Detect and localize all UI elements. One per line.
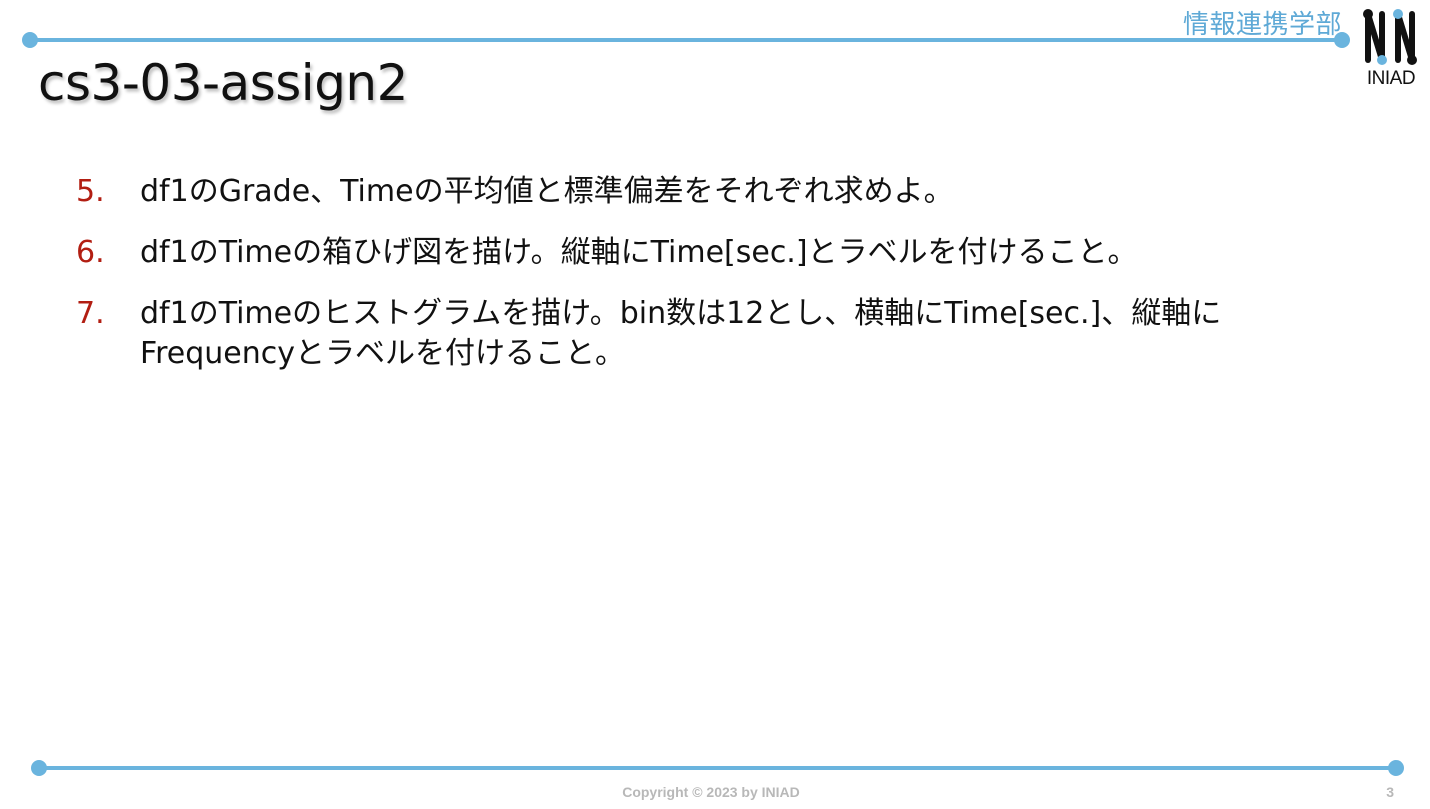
slide-title: cs3-03-assign2 (38, 54, 408, 112)
list-item-text: df1のTimeの箱ひげ図を描け。縦軸にTime[sec.]とラベルを付けること… (140, 235, 1138, 270)
bottom-divider (38, 766, 1396, 770)
list-item: 5. df1のGrade、Timeの平均値と標準偏差をそれぞれ求めよ。 (76, 172, 1376, 212)
assignment-list: 5. df1のGrade、Timeの平均値と標準偏差をそれぞれ求めよ。 6. d… (76, 172, 1376, 395)
iniad-logo: INIAD (1360, 6, 1422, 92)
list-item: 7. df1のTimeのヒストグラムを描け。bin数は12とし、横軸にTime[… (76, 294, 1376, 374)
list-item-text: df1のGrade、Timeの平均値と標準偏差をそれぞれ求めよ。 (140, 174, 954, 209)
list-item-number: 7. (76, 296, 105, 331)
copyright-text: Copyright © 2023 by INIAD (622, 784, 800, 800)
list-item-number: 5. (76, 174, 105, 209)
department-label: 情報連携学部 (1182, 10, 1342, 40)
list-item: 6. df1のTimeの箱ひげ図を描け。縦軸にTime[sec.]とラベルを付け… (76, 233, 1376, 273)
logo-mark-icon (1363, 9, 1417, 65)
bottom-divider-right-dot (1388, 760, 1404, 776)
top-divider-right-dot (1334, 32, 1350, 48)
top-divider-left-dot (22, 32, 38, 48)
bottom-divider-left-dot (31, 760, 47, 776)
slide: 情報連携学部 INIAD cs3-03-assign2 5. df1のGrade… (0, 0, 1430, 809)
list-item-number: 6. (76, 235, 105, 270)
top-divider (30, 38, 1342, 42)
logo-text: INIAD (1366, 68, 1416, 89)
page-number: 3 (1386, 784, 1394, 800)
list-item-text: df1のTimeのヒストグラムを描け。bin数は12とし、横軸にTime[sec… (140, 296, 1222, 371)
